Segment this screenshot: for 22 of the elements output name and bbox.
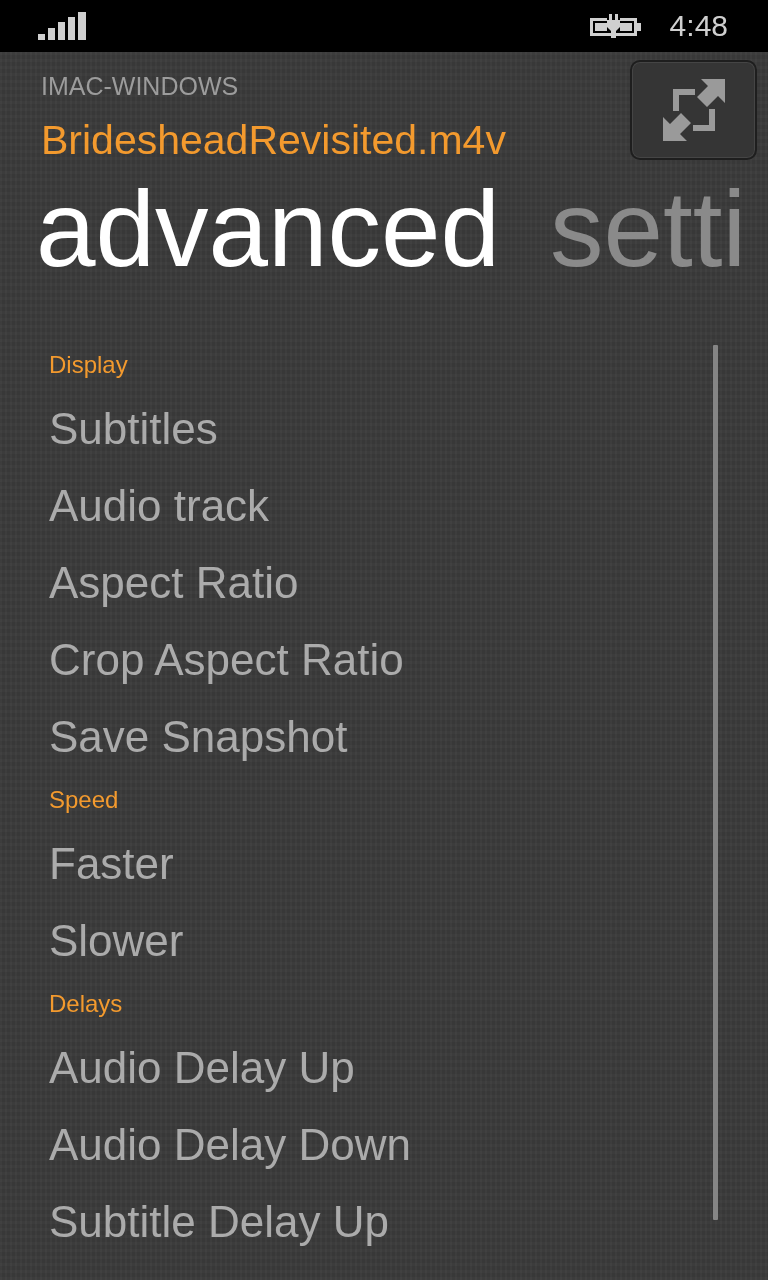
- menu-item[interactable]: Crop Aspect Ratio: [49, 621, 411, 698]
- menu-item[interactable]: Aspect Ratio: [49, 544, 411, 621]
- menu-item[interactable]: Subtitles: [49, 390, 411, 467]
- pivot-tab[interactable]: setti: [550, 174, 747, 284]
- menu-item[interactable]: Subtitle Delay Up: [49, 1183, 411, 1260]
- file-name: BridesheadRevisited.m4v: [41, 116, 506, 165]
- menu-item[interactable]: Audio track: [49, 467, 411, 544]
- expand-button[interactable]: [630, 60, 757, 160]
- menu-item[interactable]: Audio Delay Down: [49, 1106, 411, 1183]
- section-heading: Display: [49, 350, 129, 380]
- battery-charging-icon: [589, 14, 642, 38]
- section-heading: Speed: [49, 785, 120, 815]
- menu-item[interactable]: Audio Delay Up: [49, 1029, 411, 1106]
- clock-time: 4:48: [669, 8, 728, 44]
- section-heading: Delays: [49, 989, 124, 1019]
- menu-item[interactable]: Save Snapshot: [49, 698, 411, 775]
- pivot-tab[interactable]: advanced: [36, 174, 501, 284]
- signal-strength-icon: [38, 12, 86, 40]
- menu-item[interactable]: Slower: [49, 902, 411, 979]
- expand-icon: [662, 79, 725, 141]
- server-name: IMAC-WINDOWS: [41, 71, 240, 102]
- menu-item[interactable]: Faster: [49, 825, 411, 902]
